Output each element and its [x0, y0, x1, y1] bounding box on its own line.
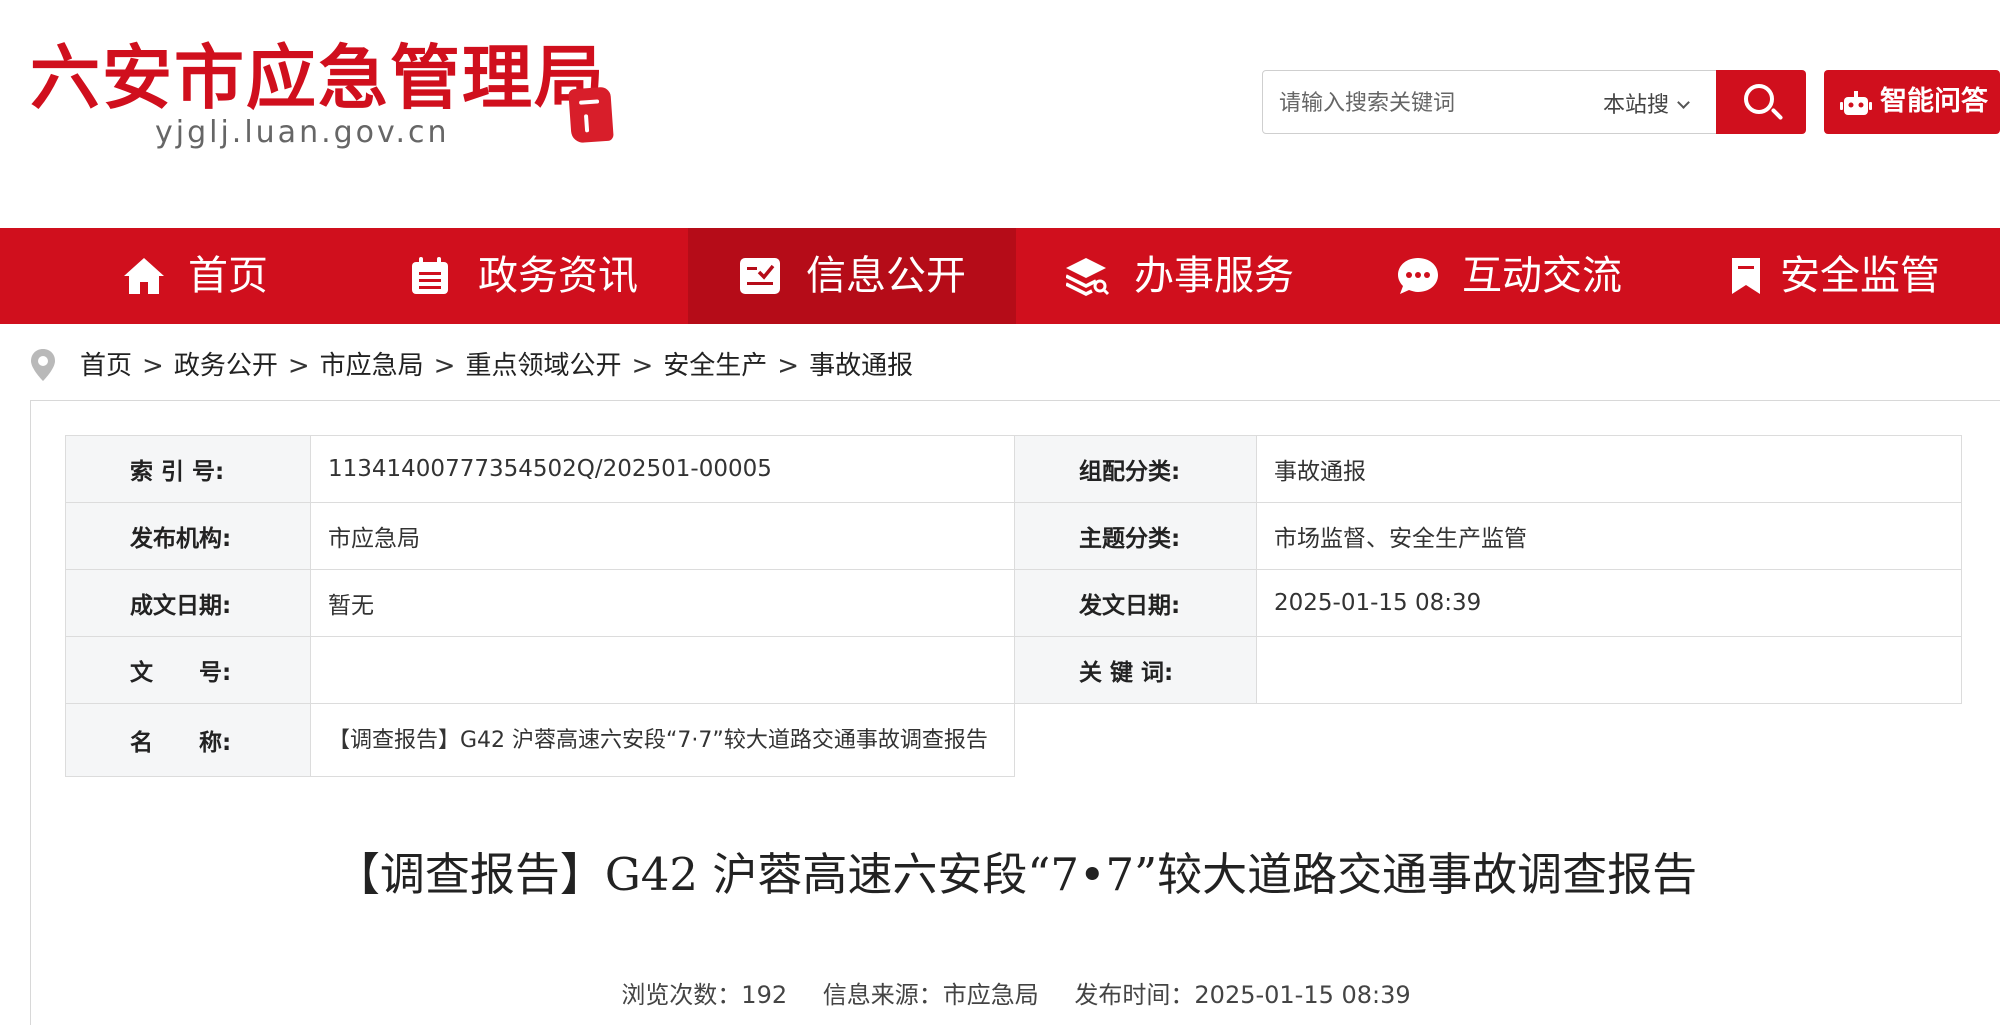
site-logo-title[interactable]: 六安市应急管理局 [30, 38, 606, 118]
info-source: 信息来源：市应急局 [822, 981, 1039, 1009]
nav-label: 办事服务 [1134, 253, 1294, 299]
nav-item-services[interactable]: 办事服务 [1016, 228, 1344, 324]
breadcrumb-city-bureau[interactable]: 市应急局 [320, 351, 424, 381]
table-row: 发布机构: 市应急局 主题分类: 市场监督、安全生产监管 [65, 502, 1962, 570]
document-meta-table: 索 引 号: 11341400777354502Q/202501-00005 组… [65, 435, 1962, 777]
breadcrumb-safety-production[interactable]: 安全生产 [663, 351, 767, 381]
breadcrumb-gov-affairs[interactable]: 政务公开 [174, 351, 278, 381]
table-row: 索 引 号: 11341400777354502Q/202501-00005 组… [65, 435, 1962, 503]
breadcrumb-separator: > [631, 351, 654, 381]
search-button[interactable] [1716, 70, 1806, 134]
table-row: 文 号: 关 键 词: [65, 636, 1962, 704]
site-domain: yjglj.luan.gov.cn [155, 115, 450, 150]
robot-icon [1840, 91, 1872, 115]
location-pin-icon [31, 349, 55, 381]
meta-blank-cell [1014, 703, 1257, 777]
breadcrumb-key-areas[interactable]: 重点领域公开 [465, 351, 621, 381]
table-row: 名 称: 【调查报告】G42 沪蓉高速六安段“7·7”较大道路交通事故调查报告 [65, 703, 1962, 777]
meta-index-value: 11341400777354502Q/202501-00005 [310, 435, 1015, 503]
bookmark-icon [1732, 258, 1760, 294]
meta-blank-cell [1256, 703, 1962, 777]
meta-publisher-label: 发布机构: [65, 502, 311, 570]
meta-issued-label: 发文日期: [1014, 569, 1257, 637]
search-scope-label: 本站搜 [1603, 93, 1670, 118]
nav-label: 信息公开 [806, 253, 966, 299]
main-nav: 首页 政务资讯 信息公开 办事服务 互动交流 安全监管 [0, 228, 2000, 324]
meta-created-value: 暂无 [310, 569, 1015, 637]
meta-created-label: 成文日期: [65, 569, 311, 637]
layers-icon [1066, 258, 1110, 296]
meta-issued-value: 2025-01-15 08:39 [1256, 569, 1962, 637]
search-icon [1744, 84, 1774, 114]
article-container: 索 引 号: 11341400777354502Q/202501-00005 组… [30, 400, 2000, 1025]
publish-time: 发布时间：2025-01-15 08:39 [1074, 981, 1411, 1009]
meta-name-value: 【调查报告】G42 沪蓉高速六安段“7·7”较大道路交通事故调查报告 [310, 703, 1015, 777]
meta-category-value: 事故通报 [1256, 435, 1962, 503]
nav-item-safety-supervision[interactable]: 安全监管 [1672, 228, 2000, 324]
meta-index-label: 索 引 号: [65, 435, 311, 503]
nav-item-interaction[interactable]: 互动交流 [1344, 228, 1672, 324]
nav-label: 首页 [188, 253, 268, 299]
meta-publisher-value: 市应急局 [310, 502, 1015, 570]
nav-item-home[interactable]: 首页 [0, 228, 344, 324]
meta-name-label: 名 称: [65, 703, 311, 777]
site-header: 六安市应急管理局 yjglj.luan.gov.cn 本站搜 智能问答 [0, 0, 2000, 228]
table-row: 成文日期: 暂无 发文日期: 2025-01-15 08:39 [65, 569, 1962, 637]
chevron-down-icon [1677, 96, 1690, 109]
view-count: 浏览次数：192 [621, 981, 788, 1009]
breadcrumb-separator: > [777, 351, 800, 381]
meta-category-label: 组配分类: [1014, 435, 1257, 503]
breadcrumb-accident-reports[interactable]: 事故通报 [809, 351, 913, 381]
breadcrumb-separator: > [142, 351, 164, 381]
home-icon [124, 258, 164, 294]
article-meta: 浏览次数：192 信息来源：市应急局 发布时间：2025-01-15 08:39 [31, 975, 2000, 1010]
ai-qa-button[interactable]: 智能问答 [1824, 70, 2000, 134]
search-icon-handle [1770, 107, 1784, 121]
breadcrumb-links: 首页 > 政务公开 > 市应急局 > 重点领域公开 > 安全生产 > 事故通报 [80, 344, 913, 388]
search-box: 本站搜 [1262, 70, 1718, 134]
nav-label: 政务资讯 [478, 253, 638, 299]
nav-item-info-disclosure[interactable]: 信息公开 [688, 228, 1016, 324]
breadcrumb-separator: > [433, 351, 456, 381]
meta-docno-value [310, 636, 1015, 704]
nav-label: 安全监管 [1780, 253, 1940, 299]
search-input[interactable] [1279, 85, 1559, 121]
ai-qa-label: 智能问答 [1880, 86, 1988, 117]
meta-keywords-label: 关 键 词: [1014, 636, 1257, 704]
meta-docno-label: 文 号: [65, 636, 311, 704]
document-check-icon [740, 258, 780, 294]
breadcrumb-separator: > [287, 351, 310, 381]
seal-icon [568, 86, 614, 144]
nav-item-government-news[interactable]: 政务资讯 [344, 228, 688, 324]
meta-topic-label: 主题分类: [1014, 502, 1257, 570]
meta-keywords-value [1256, 636, 1962, 704]
meta-topic-value: 市场监督、安全生产监管 [1256, 502, 1962, 570]
search-scope-select[interactable]: 本站搜 [1603, 87, 1690, 119]
breadcrumb-home[interactable]: 首页 [80, 351, 132, 381]
chat-icon [1398, 258, 1438, 294]
article-title: 【调查报告】G42 沪蓉高速六安段“7•7”较大道路交通事故调查报告 [334, 848, 1698, 901]
nav-label: 互动交流 [1462, 253, 1622, 299]
calendar-icon [412, 257, 448, 294]
